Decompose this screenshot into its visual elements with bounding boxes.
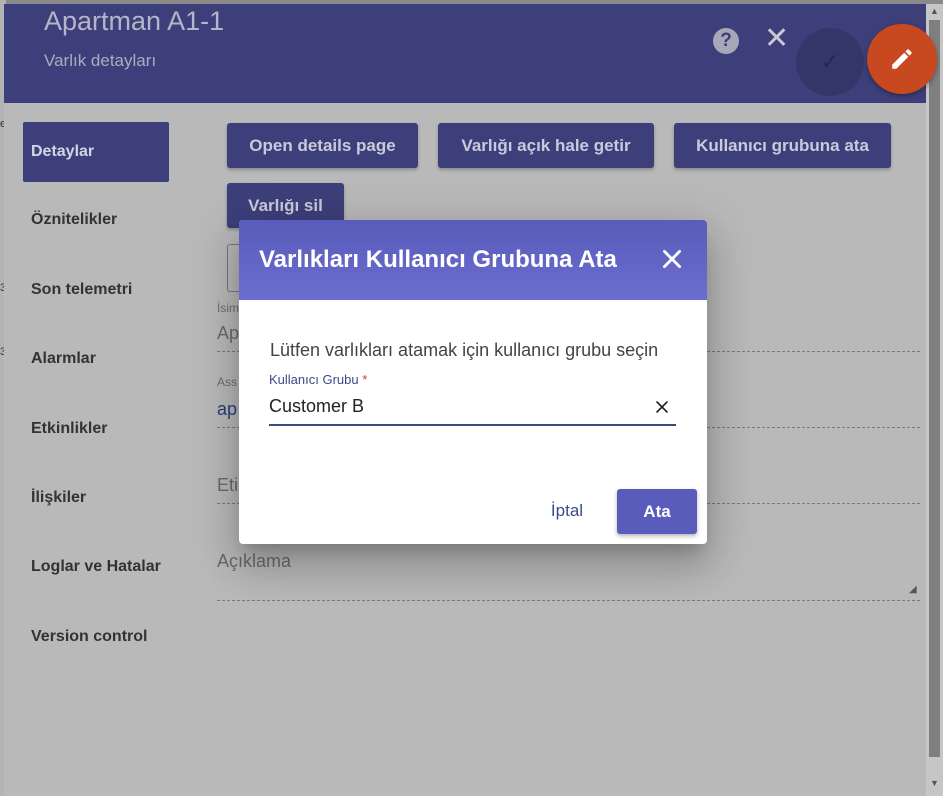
select-underline	[269, 424, 676, 426]
name-label: İsim	[217, 301, 239, 315]
scrollbar-thumb[interactable]	[929, 20, 940, 757]
nav-item-latest-telemetry[interactable]: Son telemetri	[23, 260, 169, 320]
pencil-icon	[892, 49, 912, 69]
scroll-up-icon[interactable]: ▲	[926, 4, 943, 18]
edit-button[interactable]	[867, 24, 937, 94]
asset-profile-label: Ass	[217, 375, 238, 389]
description-placeholder: Açıklama	[217, 551, 292, 571]
nav-item-relations[interactable]: İlişkiler	[23, 468, 169, 528]
make-public-button[interactable]: Varlığı açık hale getir	[438, 123, 654, 168]
asset-profile-link[interactable]: ap	[217, 399, 237, 420]
assign-to-group-dialog: Varlıkları Kullanıcı Grubuna Ata Lütfen …	[239, 220, 707, 544]
dialog-header: Varlıkları Kullanıcı Grubuna Ata	[239, 220, 707, 300]
nav-item-attributes[interactable]: Öznitelikler	[23, 190, 169, 250]
assign-button[interactable]: Ata	[617, 489, 697, 534]
nav-item-alarms[interactable]: Alarmlar	[23, 329, 169, 389]
assign-to-group-button[interactable]: Kullanıcı grubuna ata	[674, 123, 891, 168]
scroll-down-icon[interactable]: ▼	[926, 776, 943, 790]
required-mark: *	[362, 372, 368, 387]
nav-item-version-control[interactable]: Version control	[23, 607, 169, 667]
label-value: Eti	[217, 475, 239, 495]
clear-icon[interactable]	[655, 400, 669, 414]
nav-item-events[interactable]: Etkinlikler	[23, 399, 169, 459]
user-group-select-label: Kullanıcı Grubu *	[269, 372, 367, 387]
page-title: Apartman A1-1	[44, 6, 225, 36]
select-label-text: Kullanıcı Grubu	[269, 372, 359, 387]
save-button[interactable]: ✓	[796, 28, 864, 96]
resize-handle-icon[interactable]: ◢	[909, 585, 919, 595]
user-group-select[interactable]: Customer B	[269, 396, 364, 417]
page-subtitle: Varlık detayları	[44, 51, 157, 70]
cancel-button[interactable]: İptal	[537, 495, 597, 527]
nav-item-details[interactable]: Detaylar	[23, 122, 169, 182]
dialog-prompt: Lütfen varlıkları atamak için kullanıcı …	[270, 340, 659, 360]
check-icon: ✓	[820, 49, 840, 74]
details-header: Apartman A1-1 Varlık detayları ? ✕ ✓	[4, 4, 926, 103]
help-circle-icon[interactable]: ?	[713, 28, 739, 54]
close-icon[interactable]	[659, 246, 685, 272]
open-details-page-button[interactable]: Open details page	[227, 123, 418, 168]
close-icon[interactable]: ✕	[764, 24, 789, 54]
dialog-title: Varlıkları Kullanıcı Grubuna Ata	[259, 246, 617, 273]
description-field[interactable]	[217, 600, 920, 601]
app-root: e 3 3 Apartman A1-1 Varlık detayları ? ✕…	[0, 0, 943, 796]
name-value: Ap	[217, 323, 240, 343]
nav-item-logs[interactable]: Loglar ve Hatalar	[23, 537, 169, 597]
